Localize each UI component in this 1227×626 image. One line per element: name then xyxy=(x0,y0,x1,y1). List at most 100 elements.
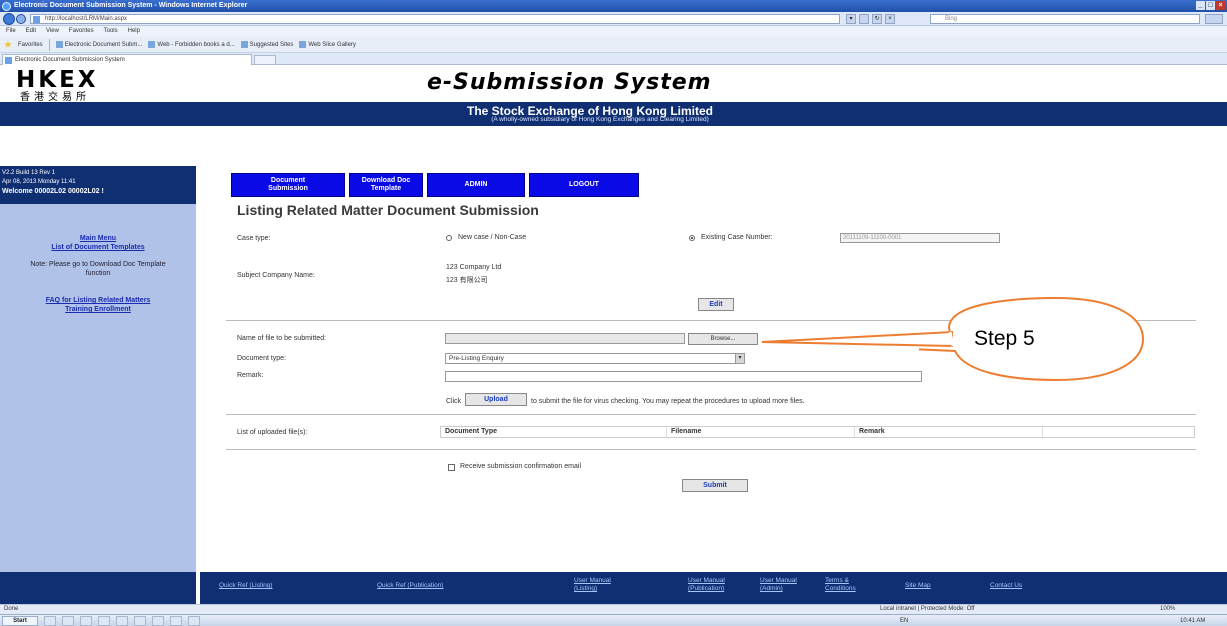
menu-view[interactable]: View xyxy=(46,26,59,37)
tab-bar: Electronic Document Submission System xyxy=(0,53,1227,65)
clock: 10:41 AM xyxy=(1180,618,1206,624)
zoom-level[interactable]: 100% xyxy=(1160,605,1175,614)
search-input[interactable]: Bing xyxy=(930,14,1200,24)
confirm-email-label: Receive submission confirmation email xyxy=(460,463,581,470)
file-label: Name of file to be submitted: xyxy=(237,335,327,342)
zone-text: Local intranet | Protected Mode: Off xyxy=(880,606,975,612)
footer-link-quick-ref-publication[interactable]: Quick Ref (Publication) xyxy=(377,582,443,590)
file-path-input[interactable] xyxy=(445,333,685,344)
taskbar: Start EN 10:41 AM xyxy=(0,614,1227,626)
tab-active[interactable]: Electronic Document Submission System xyxy=(2,54,252,65)
footer-link-user-manual-publication[interactable]: User Manual (Publication) xyxy=(688,577,748,593)
dropdown-icon[interactable]: ▾ xyxy=(846,14,856,24)
nav-document-submission[interactable]: Document Submission xyxy=(231,173,345,197)
taskbar-icons xyxy=(44,616,200,626)
folder-icon[interactable] xyxy=(62,616,74,626)
menu-favorites[interactable]: Favorites xyxy=(69,26,94,37)
sidebar-item-main-menu[interactable]: Main Menu xyxy=(0,234,196,243)
callout-text: Step 5 xyxy=(974,327,1035,350)
fav-link-label: Web Slice Gallery xyxy=(308,41,356,48)
page-icon xyxy=(240,41,248,48)
refresh-icon[interactable]: ↻ xyxy=(872,14,882,24)
existing-case-field[interactable]: 20111109-11100-0001 xyxy=(840,233,1000,243)
sidebar-item-doc-templates[interactable]: List of Document Templates xyxy=(0,243,196,252)
maximize-icon[interactable]: □ xyxy=(1206,1,1215,10)
footer-link-terms[interactable]: Terms & Conditions xyxy=(825,577,871,593)
app-icon[interactable] xyxy=(188,616,200,626)
new-tab-button[interactable] xyxy=(254,55,276,65)
fav-link-1[interactable]: Electronic Document Subm... xyxy=(55,41,143,48)
confirm-email-checkbox[interactable] xyxy=(448,464,455,471)
footer-link-site-map[interactable]: Site Map xyxy=(905,582,931,590)
doc-type-value: Pre-Listing Enquiry xyxy=(449,355,504,362)
app-icon[interactable] xyxy=(98,616,110,626)
uploaded-files-label: List of uploaded file(s): xyxy=(237,429,308,436)
menu-help[interactable]: Help xyxy=(128,26,140,37)
menu-tools[interactable]: Tools xyxy=(104,26,118,37)
remark-input[interactable] xyxy=(445,371,922,382)
stop-icon[interactable]: × xyxy=(885,14,895,24)
new-case-radio[interactable] xyxy=(446,235,452,241)
favorites-label[interactable]: Favorites xyxy=(18,42,43,48)
upload-help-text: to submit the file for virus checking. Y… xyxy=(531,398,805,405)
col-blank xyxy=(1043,427,1194,437)
col-remark: Remark xyxy=(855,427,1043,437)
tab-label: Electronic Document Submission System xyxy=(15,57,125,63)
fav-link-4[interactable]: Web Slice Gallery xyxy=(299,41,356,48)
upload-button[interactable]: Upload xyxy=(465,393,527,406)
footer-link-user-manual-listing[interactable]: User Manual (Listing) xyxy=(574,577,620,593)
remark-label: Remark: xyxy=(237,372,264,379)
app-icon[interactable] xyxy=(134,616,146,626)
page-icon xyxy=(299,41,307,48)
logo-text: HKEX xyxy=(16,67,99,93)
submit-button[interactable]: Submit xyxy=(682,479,748,492)
minimize-icon[interactable]: _ xyxy=(1196,1,1205,10)
footer-link-contact[interactable]: Contact Us xyxy=(990,582,1022,590)
banner: The Stock Exchange of Hong Kong Limited … xyxy=(0,102,1227,126)
app-icon[interactable] xyxy=(170,616,182,626)
new-case-label: New case / Non-Case xyxy=(458,234,527,241)
url-input[interactable]: http://localhost/LRM/Main.aspx xyxy=(30,14,840,24)
close-icon[interactable]: × xyxy=(1216,1,1225,10)
footer-link-quick-ref-listing[interactable]: Quick Ref (Listing) xyxy=(219,582,272,590)
divider xyxy=(48,38,50,51)
media-icon[interactable] xyxy=(80,616,92,626)
search-icon[interactable] xyxy=(1205,14,1223,24)
sidebar-item-faq[interactable]: FAQ for Listing Related Matters xyxy=(0,296,196,305)
app-icon[interactable] xyxy=(152,616,164,626)
footer-link-user-manual-admin[interactable]: User Manual (Admin) xyxy=(760,577,806,593)
nav-download-template[interactable]: Download Doc Template xyxy=(349,173,423,197)
edit-button[interactable]: Edit xyxy=(698,298,734,311)
company-name-cn: 123 有限公司 xyxy=(446,277,488,284)
favorites-star-icon[interactable] xyxy=(4,40,12,48)
existing-case-radio[interactable] xyxy=(689,235,695,241)
ie-logo-icon xyxy=(2,2,11,11)
fav-link-label: Electronic Document Subm... xyxy=(64,41,143,48)
doc-type-select[interactable]: Pre-Listing Enquiry ▾ xyxy=(445,353,745,364)
banner-subtitle: (A wholly-owned subsidiary of Hong Kong … xyxy=(491,116,709,123)
sidebar-item-training[interactable]: Training Enrollment xyxy=(0,305,196,314)
ie-icon[interactable] xyxy=(44,616,56,626)
company-name-en: 123 Company Ltd xyxy=(446,264,502,271)
nav-admin[interactable]: ADMIN xyxy=(427,173,525,197)
forward-icon[interactable] xyxy=(16,14,26,24)
page-icon xyxy=(33,16,40,23)
divider xyxy=(226,414,1196,415)
app-icon[interactable] xyxy=(116,616,128,626)
url-text: http://localhost/LRM/Main.aspx xyxy=(45,16,128,22)
hkex-logo: HKEX 香港交易所 xyxy=(16,67,206,103)
start-button[interactable]: Start xyxy=(2,616,38,626)
nav-logout[interactable]: LOGOUT xyxy=(529,173,639,197)
menu-file[interactable]: File xyxy=(6,26,16,37)
back-icon[interactable] xyxy=(3,13,15,25)
page-header: HKEX 香港交易所 e-Submission System xyxy=(0,66,1227,103)
fav-link-3[interactable]: Suggested Sites xyxy=(240,41,293,48)
search-placeholder: Bing xyxy=(945,16,958,22)
case-type-label: Case type: xyxy=(237,235,271,242)
system-tray[interactable]: EN xyxy=(900,616,908,626)
doc-type-label: Document type: xyxy=(237,355,287,362)
fav-link-2[interactable]: Web - Forbidden books a d... xyxy=(148,41,235,48)
menu-edit[interactable]: Edit xyxy=(26,26,36,37)
compat-icon[interactable] xyxy=(859,14,869,24)
browse-button[interactable]: Browse... xyxy=(688,333,758,345)
